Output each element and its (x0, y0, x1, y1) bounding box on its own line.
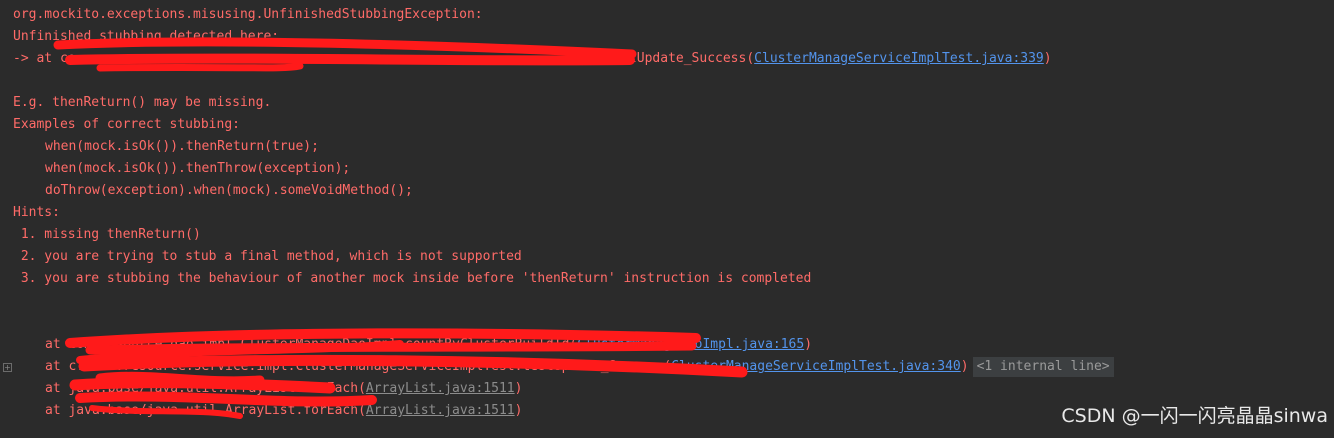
expand-fold-icon[interactable]: + (3, 363, 12, 372)
frame-link[interactable]: ClusterManageDaoImpl.java:165 (577, 337, 804, 352)
stub-location-method: .testUpdate_Success( (597, 51, 755, 66)
frame-close: ) (804, 337, 813, 352)
stack-frame: at com.resource.dao.impl.ClusterManageDa… (13, 334, 812, 356)
stub-location-close: ) (1043, 51, 1052, 66)
frame-method: ...resource.service.impl.ClusterManageSe… (99, 359, 672, 374)
hint-line: 1. missing thenReturn() (13, 227, 201, 242)
frame-close: ) (514, 403, 523, 418)
frame-prefix: at com (45, 337, 92, 352)
console-output: + org.mockito.exceptions.misusing.Unfini… (0, 0, 1334, 438)
frame-prefix: at c.m. (45, 359, 100, 374)
stub-location-prefix: -> at co (13, 51, 76, 66)
example-line: when(mock.isOk()).thenThrow(exception); (13, 158, 350, 180)
stub-location-link[interactable]: ClusterManageServiceImplTest.java:339 (754, 51, 1044, 66)
frame-close: ) (960, 359, 969, 374)
frame-method: .resource.dao.impl.ClusterManageDaoImpl.… (91, 337, 578, 352)
exception-line: org.mockito.exceptions.misusing.Unfinish… (13, 7, 483, 22)
console-gutter: + (0, 0, 12, 438)
stub-location-line: -> at co .testUpdate_Success(ClusterManag… (13, 48, 1052, 70)
example-code: when(mock.isOk()).thenReturn(true); (45, 139, 319, 154)
frame-link[interactable]: ArrayList.java:1511 (366, 403, 515, 418)
example-code: when(mock.isOk()).thenThrow(exception); (45, 161, 351, 176)
example-line: doThrow(exception).when(mock).someVoidMe… (13, 180, 413, 202)
frame-close: ) (514, 381, 523, 396)
hints-header: Hints: (13, 205, 60, 220)
stack-frame: at java.base/java.util.ArrayList.forEach… (13, 378, 522, 400)
detected-line: Unfinished stubbing detected here: (13, 29, 280, 44)
frame-link[interactable]: ClusterManageServiceImplTest.java:340 (671, 359, 961, 374)
stack-frame: at java.base/java.util.ArrayList.forEach… (13, 400, 522, 422)
frame-link[interactable]: ArrayList.java:1511 (366, 381, 515, 396)
examples-header: Examples of correct stubbing: (13, 117, 240, 132)
eg-line: E.g. thenReturn() may be missing. (13, 95, 272, 110)
example-code: doThrow(exception).when(mock).someVoidMe… (45, 183, 413, 198)
hint-line: 2. you are trying to stub a final method… (13, 249, 522, 264)
internal-lines-badge[interactable]: <1 internal line> (972, 357, 1114, 377)
watermark: CSDN @一闪一闪亮晶晶sinwa (1061, 405, 1328, 427)
frame-prefix: at java.base/java.util.ArrayList.forEach… (45, 381, 366, 396)
hint-line: 3. you are stubbing the behaviour of ano… (13, 271, 812, 286)
frame-prefix: at java.base/java.util.ArrayList.forEach… (45, 403, 366, 418)
stack-frame: at c.m....resource.service.impl.ClusterM… (13, 356, 1114, 378)
example-line: when(mock.isOk()).thenReturn(true); (13, 136, 319, 158)
